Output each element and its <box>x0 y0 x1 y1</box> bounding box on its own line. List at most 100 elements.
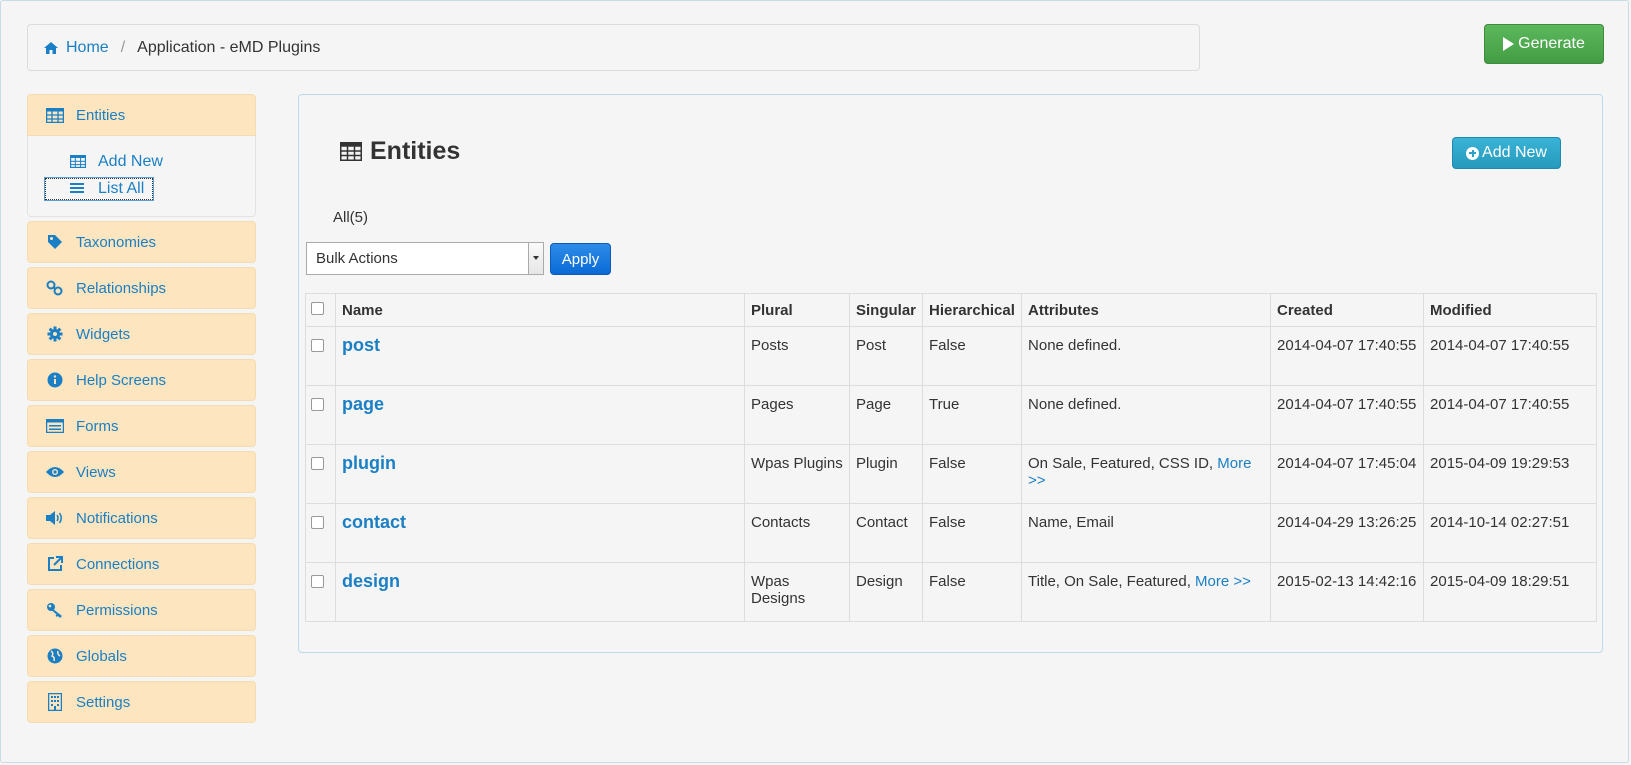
row-checkbox[interactable] <box>311 457 324 470</box>
sidebar-item-label: Help Screens <box>76 371 167 389</box>
breadcrumb-separator: / <box>120 38 126 56</box>
entity-name-link[interactable]: page <box>342 394 384 415</box>
cell-modified: 2014-04-07 17:40:55 <box>1423 326 1597 386</box>
cell-created: 2015-02-13 14:42:16 <box>1270 562 1425 622</box>
bulk-actions-select[interactable]: Bulk Actions <box>306 242 544 275</box>
sidebar-item-label: Notifications <box>76 509 158 527</box>
cell-created: 2014-04-29 13:26:25 <box>1270 503 1425 563</box>
entity-name-link[interactable]: post <box>342 335 380 356</box>
sidebar-item-forms[interactable]: Forms <box>27 405 256 447</box>
sidebar-item-relationships[interactable]: Relationships <box>27 267 256 309</box>
breadcrumb: Home / Application - eMD Plugins <box>27 24 1200 71</box>
cell-hierarchical: True <box>922 385 1023 445</box>
header-checkbox-cell <box>305 293 336 327</box>
entity-name-link[interactable]: design <box>342 571 400 592</box>
tag-icon <box>46 234 64 250</box>
globe-icon <box>46 648 64 664</box>
cell-name: post <box>335 326 745 386</box>
cell-attributes: None defined. <box>1021 385 1272 445</box>
row-checkbox[interactable] <box>311 516 324 529</box>
cell-name: plugin <box>335 444 745 504</box>
row-checkbox-cell <box>305 444 336 504</box>
table-icon <box>46 107 64 123</box>
generate-button[interactable]: Generate <box>1484 24 1604 64</box>
sidebar-item-settings[interactable]: Settings <box>27 681 256 723</box>
cell-hierarchical: False <box>922 326 1023 386</box>
cell-modified: 2015-04-09 18:29:51 <box>1423 562 1597 622</box>
sidebar-item-views[interactable]: Views <box>27 451 256 493</box>
table-row: contact Contacts Contact False Name, Ema… <box>305 503 1597 563</box>
page-title-text: Entities <box>370 137 461 165</box>
sidebar-item-help-screens[interactable]: Help Screens <box>27 359 256 401</box>
cell-hierarchical: False <box>922 562 1023 622</box>
sidebar-subitem-add-new[interactable]: Add New <box>28 146 255 178</box>
sidebar-item-label: Relationships <box>76 279 167 297</box>
breadcrumb-home-link[interactable]: Home <box>44 39 109 57</box>
volume-icon <box>46 510 64 526</box>
column-header-name[interactable]: Name <box>335 293 745 327</box>
sidebar-item-label: Permissions <box>76 601 158 619</box>
row-checkbox-cell <box>305 326 336 386</box>
row-checkbox-cell <box>305 385 336 445</box>
cell-modified: 2014-10-14 02:27:51 <box>1423 503 1597 563</box>
column-header-modified[interactable]: Modified <box>1423 293 1597 327</box>
column-header-created[interactable]: Created <box>1270 293 1425 327</box>
cell-attributes: Name, Email <box>1021 503 1272 563</box>
sidebar-item-widgets[interactable]: Widgets <box>27 313 256 355</box>
column-header-plural[interactable]: Plural <box>744 293 850 327</box>
plus-circle-icon <box>1466 146 1480 160</box>
apply-button[interactable]: Apply <box>550 243 611 275</box>
row-checkbox[interactable] <box>311 575 324 588</box>
sidebar-item-globals[interactable]: Globals <box>27 635 256 677</box>
key-icon <box>46 602 64 618</box>
attributes-text: None defined. <box>1028 396 1122 413</box>
sidebar-subitem-label: Add New <box>98 153 163 170</box>
table-header-row: Name Plural Singular Hierarchical Attrib… <box>305 293 1597 327</box>
cell-name: contact <box>335 503 745 563</box>
sidebar-subitem-list-all[interactable]: List All <box>44 177 154 201</box>
add-new-button[interactable]: Add New <box>1452 137 1561 169</box>
sidebar-item-label: Settings <box>76 693 131 711</box>
sidebar-item-connections[interactable]: Connections <box>27 543 256 585</box>
sidebar-subitem-label: List All <box>98 180 145 197</box>
filter-all-link[interactable]: All(5) <box>333 209 368 226</box>
info-icon <box>46 372 64 388</box>
sidebar-item-taxonomies[interactable]: Taxonomies <box>27 221 256 263</box>
more-attributes-link[interactable]: More >> <box>1195 573 1251 590</box>
row-checkbox-cell <box>305 562 336 622</box>
cell-name: page <box>335 385 745 445</box>
cell-singular: Page <box>848 385 924 445</box>
column-header-singular[interactable]: Singular <box>848 293 924 327</box>
column-header-hierarchical[interactable]: Hierarchical <box>922 293 1023 327</box>
main-panel: Entities Add New All(5) Bulk Actions App… <box>298 94 1603 653</box>
sidebar-item-entities[interactable]: Entities <box>27 94 256 136</box>
page-title: Entities <box>340 137 460 166</box>
link-icon <box>46 280 64 296</box>
attributes-text: Title, On Sale, Featured, <box>1028 573 1191 590</box>
sidebar-item-label: Views <box>76 463 116 481</box>
row-checkbox[interactable] <box>311 398 324 411</box>
entity-name-link[interactable]: contact <box>342 512 406 533</box>
cell-created: 2014-04-07 17:40:55 <box>1270 326 1425 386</box>
cell-name: design <box>335 562 745 622</box>
entity-name-link[interactable]: plugin <box>342 453 396 474</box>
attributes-text: On Sale, Featured, CSS ID, <box>1028 455 1214 472</box>
sidebar-item-label: Connections <box>76 555 160 573</box>
column-header-attributes[interactable]: Attributes <box>1021 293 1272 327</box>
add-new-button-label: Add New <box>1482 144 1547 161</box>
table-icon <box>70 155 86 169</box>
cell-created: 2014-04-07 17:40:55 <box>1270 385 1425 445</box>
attributes-text: None defined. <box>1028 337 1122 354</box>
select-all-checkbox[interactable] <box>311 301 324 315</box>
sidebar-item-notifications[interactable]: Notifications <box>27 497 256 539</box>
cell-plural: Wpas Designs <box>744 562 850 622</box>
sidebar-item-permissions[interactable]: Permissions <box>27 589 256 631</box>
table-icon <box>340 142 362 161</box>
breadcrumb-home-label: Home <box>66 38 109 56</box>
chevron-down-icon <box>528 243 543 274</box>
sidebar-item-label: Entities <box>76 106 126 124</box>
cell-hierarchical: False <box>922 503 1023 563</box>
row-checkbox[interactable] <box>311 339 324 352</box>
building-icon <box>46 693 64 711</box>
gear-icon <box>46 326 64 342</box>
